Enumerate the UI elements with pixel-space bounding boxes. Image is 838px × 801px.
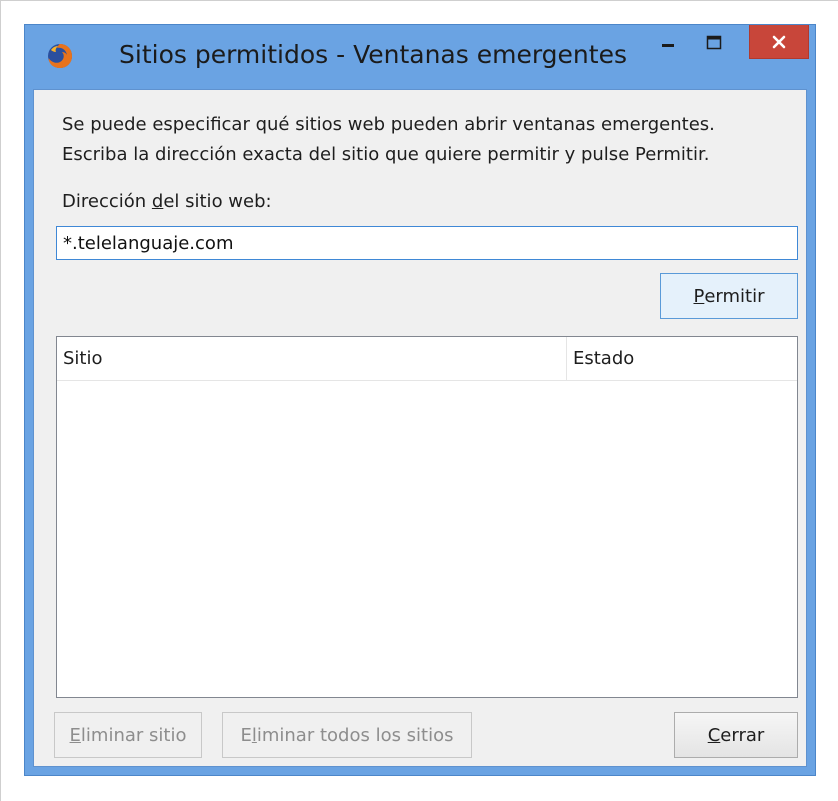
remove-site-button[interactable]: Eliminar sitio [54, 712, 202, 758]
window-title: Sitios permitidos - Ventanas emergentes [119, 40, 627, 69]
address-label: Dirección del sitio web: [62, 191, 272, 212]
title-bar[interactable]: Sitios permitidos - Ventanas emergentes [25, 25, 815, 89]
background-edge-left [0, 0, 1, 801]
maximize-button[interactable] [691, 25, 737, 61]
close-button-label: errar [720, 724, 765, 746]
maximize-icon [706, 35, 722, 50]
close-icon [772, 35, 786, 48]
remove-all-label: iminar todos los sitios [256, 724, 454, 746]
remove-all-label-start: E [240, 724, 252, 746]
close-button-mnemonic: C [707, 724, 721, 746]
table-header: Sitio Estado [57, 337, 797, 381]
allow-button-mnemonic: P [693, 285, 705, 307]
remove-site-label: liminar sitio [80, 724, 187, 746]
screen: Sitios permitidos - Ventanas emergentes [0, 0, 838, 801]
close-window-button[interactable] [749, 25, 809, 59]
remove-site-mnemonic: E [69, 724, 81, 746]
description-line-2: Escriba la dirección exacta del sitio qu… [62, 144, 710, 165]
site-address-input[interactable] [56, 226, 798, 260]
minimize-button[interactable] [645, 25, 691, 61]
description-line-1: Se puede especificar qué sitios web pued… [62, 114, 715, 135]
dialog-content: Se puede especificar qué sitios web pued… [33, 89, 807, 767]
address-label-mnemonic: d [151, 191, 164, 212]
sites-table[interactable]: Sitio Estado [56, 336, 798, 698]
dialog-window: Sitios permitidos - Ventanas emergentes [24, 24, 816, 776]
allow-button[interactable]: Permitir [660, 273, 798, 319]
firefox-icon [48, 44, 72, 68]
remove-all-sites-button[interactable]: El iminar todos los sitios [222, 712, 472, 758]
minimize-icon [662, 44, 674, 47]
background-edge-top [0, 0, 838, 1]
column-header-site[interactable]: Sitio [57, 337, 567, 380]
close-button[interactable]: Cerrar [674, 712, 798, 758]
allow-button-label: ermitir [704, 285, 765, 307]
address-label-part-end: el sitio web: [163, 191, 272, 212]
description-text: Se puede especificar qué sitios web pued… [62, 110, 792, 170]
address-label-part: Dirección [62, 191, 152, 212]
column-header-status[interactable]: Estado [567, 337, 797, 380]
